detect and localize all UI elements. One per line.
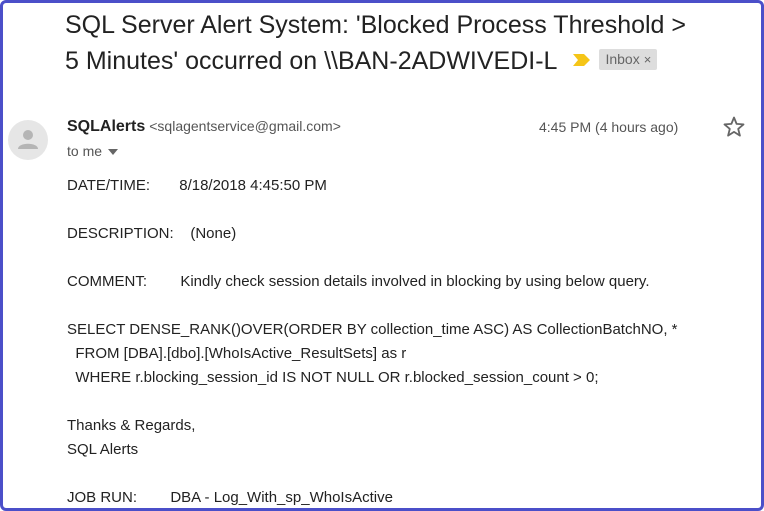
person-avatar-icon[interactable] [8, 120, 48, 160]
sender-line: SQLAlerts <sqlagentservice@gmail.com> [67, 116, 341, 137]
body-comment: COMMENT: Kindly check session details in… [67, 273, 650, 290]
email-body: DATE/TIME: 8/18/2018 4:45:50 PM DESCRIPT… [67, 174, 757, 508]
body-query-line-1: SELECT DENSE_RANK()OVER(ORDER BY collect… [67, 321, 678, 338]
caret-down-icon [108, 149, 119, 156]
email-view: SQL Server Alert System: 'Blocked Proces… [0, 0, 764, 511]
star-icon[interactable] [722, 115, 746, 139]
remove-label-icon[interactable]: × [644, 52, 652, 67]
importance-marker-icon[interactable] [571, 53, 591, 67]
recipient-label: to me [67, 143, 103, 159]
subject-line-1: SQL Server Alert System: 'Blocked Proces… [65, 11, 687, 39]
body-datetime: DATE/TIME: 8/18/2018 4:45:50 PM [67, 177, 327, 194]
inbox-label-text: Inbox [605, 50, 640, 67]
subject-line-2-text: 5 Minutes' occurred on \\BAN-2ADWIVEDI-L [65, 47, 558, 75]
recipient-dropdown[interactable]: to me [67, 142, 119, 160]
avatar-silhouette [18, 130, 38, 149]
body-signature: SQL Alerts [67, 441, 139, 458]
subject-line-2: 5 Minutes' occurred on \\BAN-2ADWIVEDI-L… [65, 43, 761, 79]
email-subject: SQL Server Alert System: 'Blocked Proces… [65, 7, 761, 79]
sender-email: <sqlagentservice@gmail.com> [149, 118, 341, 134]
sender-name[interactable]: SQLAlerts [67, 118, 145, 135]
body-query-line-3: WHERE r.blocking_session_id IS NOT NULL … [67, 369, 599, 386]
inbox-label-badge: Inbox × [599, 48, 658, 70]
body-thanks: Thanks & Regards, [67, 417, 196, 434]
body-job-run: JOB RUN: DBA - Log_With_sp_WhoIsActive [67, 489, 393, 506]
received-time: 4:45 PM (4 hours ago) [539, 119, 679, 135]
body-description: DESCRIPTION: (None) [67, 225, 237, 242]
body-query-line-2: FROM [DBA].[dbo].[WhoIsActive_ResultSets… [67, 345, 407, 362]
